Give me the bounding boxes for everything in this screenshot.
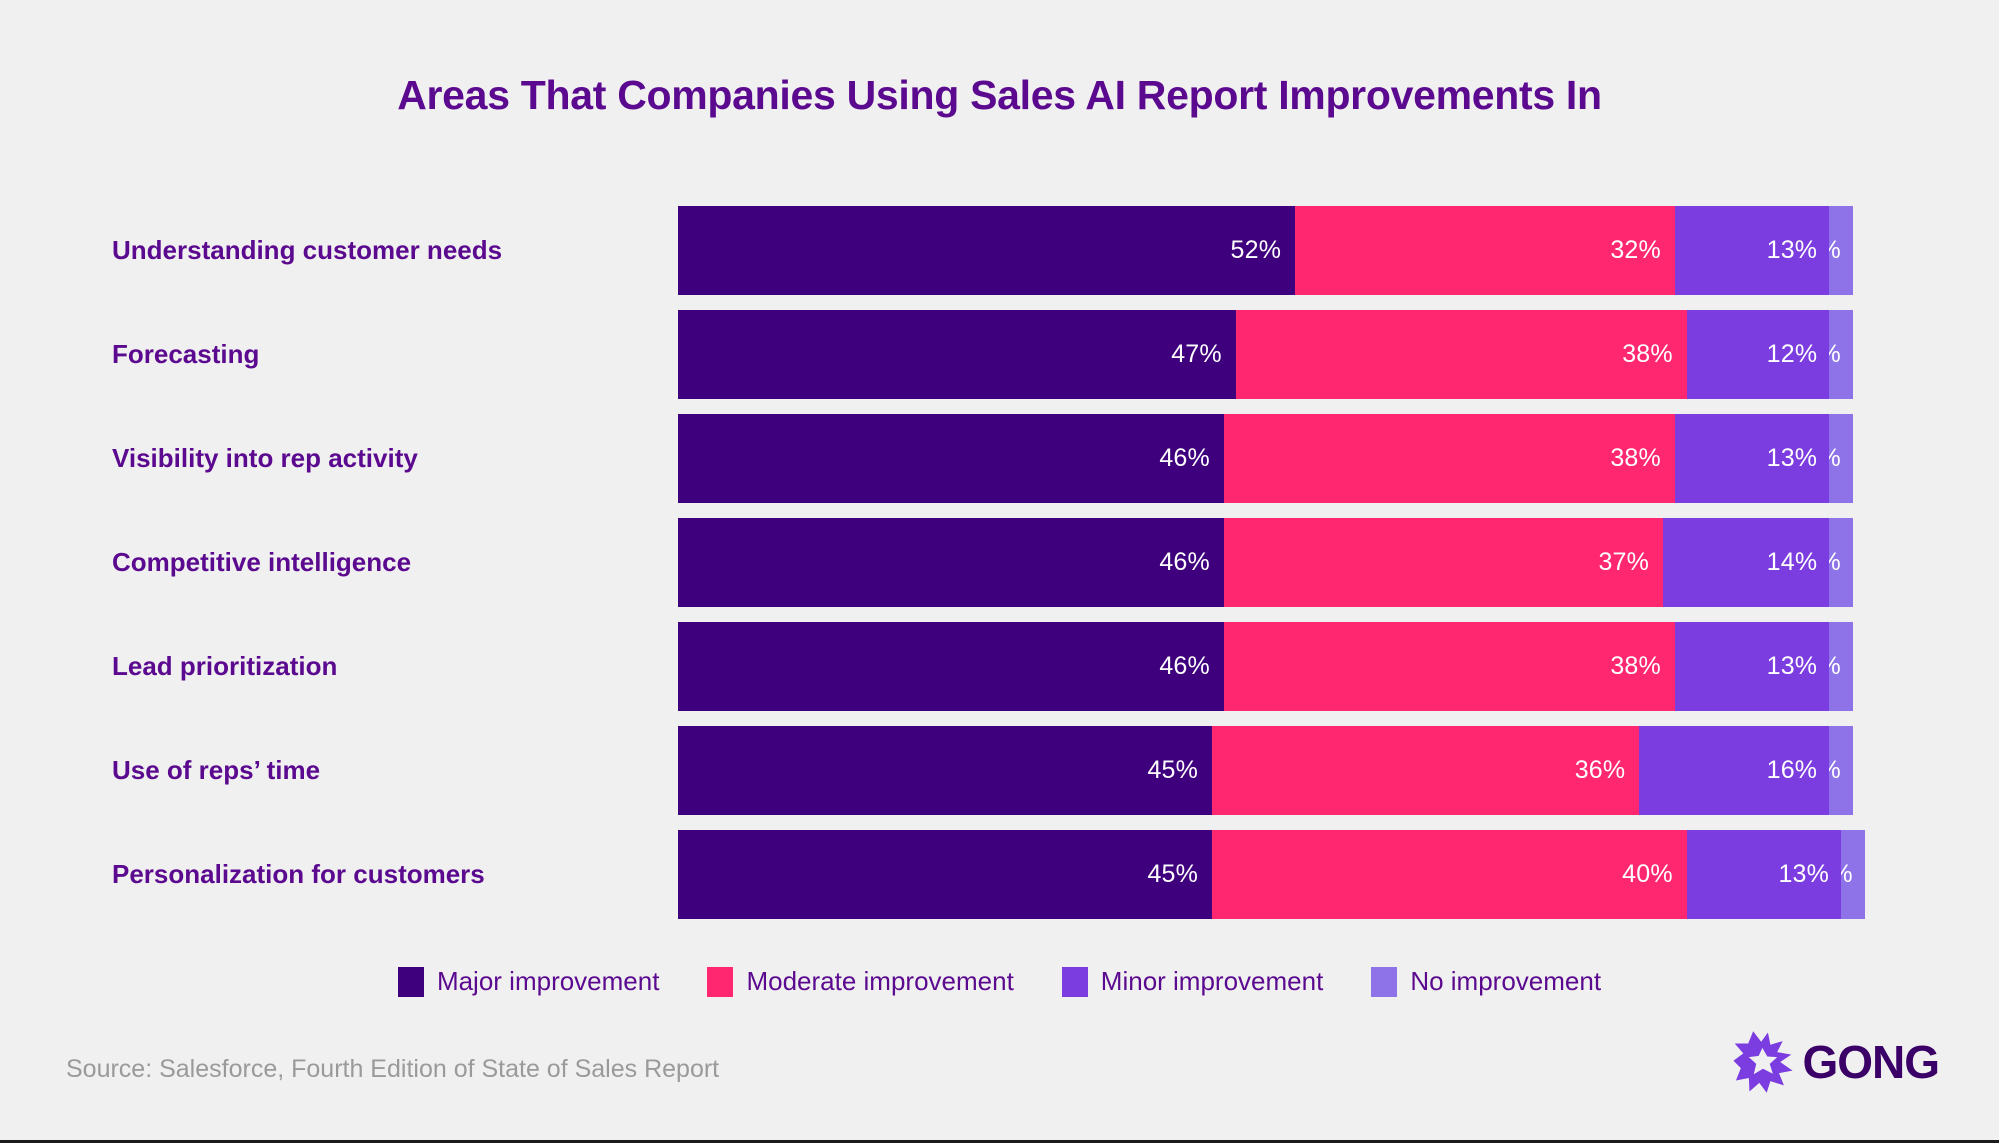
bar-segment-minor: 13% xyxy=(1686,830,1842,919)
chart-row: Personalization for customers 45% 40% 13% 2% xyxy=(0,830,1999,919)
stacked-bar: 46% 37% 14% 2% xyxy=(678,518,1853,607)
bar-segment-none: 2% xyxy=(1829,310,1853,399)
chart-row: Lead prioritization 46% 38% 13% 2% xyxy=(0,622,1999,711)
bar-segment-none: 2% xyxy=(1841,830,1865,919)
bar-segment-value: 38% xyxy=(1610,444,1661,472)
chart-row: Use of reps’ time 45% 36% 16% 2% xyxy=(0,726,1999,815)
bar-segment-major: 46% xyxy=(678,518,1224,607)
bar-segment-value: 2% xyxy=(1829,756,1853,785)
bar-segment-value: 2% xyxy=(1829,236,1853,265)
chart-row: Visibility into rep activity 46% 38% 13% 2% xyxy=(0,414,1999,503)
bar-segment-moderate: 36% xyxy=(1212,726,1640,815)
legend-label: Moderate improvement xyxy=(746,966,1014,996)
bar-segment-value: 40% xyxy=(1622,860,1673,888)
page-title: Areas That Companies Using Sales AI Repo… xyxy=(397,72,1602,118)
bar-segment-minor: 12% xyxy=(1686,310,1830,399)
bar-segment-moderate: 37% xyxy=(1223,518,1664,607)
bar-segment-minor: 13% xyxy=(1674,414,1830,503)
bar-segment-moderate: 38% xyxy=(1235,310,1687,399)
bar-segment-value: 46% xyxy=(1159,444,1210,472)
category-label: Competitive intelligence xyxy=(112,547,412,577)
bar-segment-moderate: 38% xyxy=(1223,622,1675,711)
bar-segment-value: 36% xyxy=(1574,756,1626,784)
bar-segment-moderate: 40% xyxy=(1212,830,1687,919)
legend-swatch-moderate xyxy=(707,966,734,997)
bar-segment-minor: 13% xyxy=(1674,622,1830,711)
legend-label: Major improvement xyxy=(436,966,660,996)
category-label: Lead prioritization xyxy=(112,651,338,681)
bar-segment-none: 2% xyxy=(1829,206,1853,295)
category-label: Understanding customer needs xyxy=(112,235,503,265)
category-label: Use of reps’ time xyxy=(112,755,321,785)
bar-segment-major: 45% xyxy=(678,726,1213,815)
bar-segment-major: 47% xyxy=(678,310,1236,399)
bar-segment-value: 38% xyxy=(1622,340,1673,368)
gong-starburst-icon xyxy=(1732,1030,1794,1094)
bar-segment-minor: 16% xyxy=(1639,726,1830,815)
legend-item-none[interactable]: No improvement xyxy=(1371,966,1601,997)
chart-legend: Major improvement Moderate improvement Min… xyxy=(0,966,1999,997)
bar-segment-major: 46% xyxy=(678,622,1224,711)
chart-row: Forecasting 47% 38% 12% 2% xyxy=(0,310,1999,399)
bar-segment-value: 14% xyxy=(1766,548,1818,576)
bar-segment-value: 52% xyxy=(1230,236,1282,264)
bar-segment-value: 12% xyxy=(1766,340,1818,368)
stacked-bar: 52% 32% 13% 2% xyxy=(678,206,1853,295)
gong-logo: GONG xyxy=(1732,1030,1940,1094)
stacked-bar: 45% 40% 13% 2% xyxy=(678,830,1865,919)
bar-segment-moderate: 32% xyxy=(1295,206,1675,295)
bar-segment-value: 45% xyxy=(1147,860,1199,888)
bar-segment-value: 2% xyxy=(1829,652,1853,681)
stacked-bar: 46% 38% 13% 2% xyxy=(678,414,1853,503)
bar-segment-value: 13% xyxy=(1778,860,1830,888)
bar-segment-none: 2% xyxy=(1829,414,1853,503)
chart-plot-area: Understanding customer needs52%32%13%2%F… xyxy=(0,206,1999,931)
bar-segment-minor: 13% xyxy=(1674,206,1830,295)
bar-segment-minor: 14% xyxy=(1663,518,1830,607)
bar-segment-value: 13% xyxy=(1766,236,1818,264)
bar-segment-value: 16% xyxy=(1766,756,1818,784)
bar-segment-none: 2% xyxy=(1829,622,1853,711)
category-label: Personalization for customers xyxy=(112,859,485,889)
bar-segment-value: 13% xyxy=(1766,652,1818,680)
legend-label: Minor improvement xyxy=(1100,966,1324,996)
stacked-bar: 47% 38% 12% 2% xyxy=(678,310,1853,399)
bar-segment-major: 45% xyxy=(678,830,1213,919)
chart-row: Competitive intelligence 46% 37% 14% 2% xyxy=(0,518,1999,607)
legend-swatch-none xyxy=(1371,966,1398,997)
legend-swatch-major xyxy=(397,966,424,997)
bar-segment-none: 2% xyxy=(1829,518,1853,607)
bar-segment-none: 2% xyxy=(1829,726,1853,815)
chart-canvas: Areas That Companies Using Sales AI Repo… xyxy=(0,0,1999,1143)
stacked-bar: 46% 38% 13% 2% xyxy=(678,622,1853,711)
bar-segment-value: 2% xyxy=(1829,548,1853,577)
legend-item-moderate[interactable]: Moderate improvement xyxy=(707,966,1014,997)
bar-segment-value: 47% xyxy=(1171,340,1222,368)
bar-segment-value: 38% xyxy=(1610,652,1661,680)
bar-segment-value: 2% xyxy=(1829,340,1853,369)
bar-segment-value: 2% xyxy=(1829,444,1853,473)
bar-segment-major: 52% xyxy=(678,206,1296,295)
bar-segment-moderate: 38% xyxy=(1223,414,1675,503)
legend-item-minor[interactable]: Minor improvement xyxy=(1061,966,1324,997)
bar-segment-major: 46% xyxy=(678,414,1224,503)
legend-item-major[interactable]: Major improvement xyxy=(397,966,660,997)
chart-row: Understanding customer needs 52% 32% 13% 2% xyxy=(0,206,1999,295)
bar-segment-value: 46% xyxy=(1159,548,1210,576)
bar-segment-value: 13% xyxy=(1766,444,1818,472)
category-label: Forecasting xyxy=(112,339,260,369)
bar-segment-value: 46% xyxy=(1159,652,1210,680)
bar-segment-value: 32% xyxy=(1610,236,1661,264)
stacked-bar: 45% 36% 16% 2% xyxy=(678,726,1853,815)
legend-label: No improvement xyxy=(1410,966,1602,996)
bar-segment-value: 37% xyxy=(1598,548,1650,576)
bar-segment-value: 2% xyxy=(1841,860,1865,889)
legend-swatch-minor xyxy=(1061,966,1088,997)
gong-wordmark: GONG xyxy=(1802,1036,1940,1088)
source-note: Source: Salesforce, Fourth Edition of St… xyxy=(66,1055,720,1083)
category-label: Visibility into rep activity xyxy=(112,443,418,473)
bar-segment-value: 45% xyxy=(1147,756,1199,784)
